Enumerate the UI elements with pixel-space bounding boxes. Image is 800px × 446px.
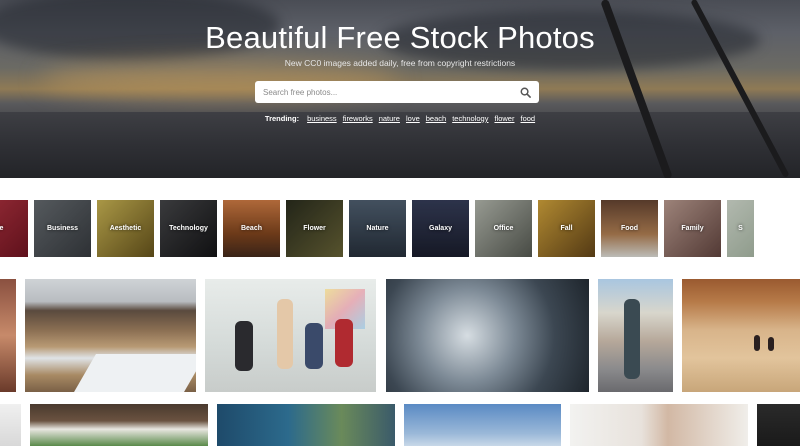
search-bar: [255, 81, 539, 103]
page: Beautiful Free Stock Photos New CC0 imag…: [0, 0, 800, 446]
category-tile-galaxy[interactable]: Galaxy: [412, 200, 469, 257]
category-tile-partial[interactable]: S: [727, 200, 754, 257]
photo-person: [624, 299, 640, 379]
trending-tag-business[interactable]: business: [307, 114, 337, 123]
photo-person: [277, 299, 293, 369]
photo-tile-winter-reeds[interactable]: [25, 279, 196, 392]
category-tile-love[interactable]: ve: [0, 200, 28, 257]
category-strip: ve Business Aesthetic Technology Beach F…: [0, 200, 800, 257]
trending-tag-food[interactable]: food: [520, 114, 535, 123]
category-label: ve: [0, 225, 4, 232]
category-tile-beach[interactable]: Beach: [223, 200, 280, 257]
photo-person: [235, 321, 253, 371]
category-tile-food[interactable]: Food: [601, 200, 658, 257]
category-label: Office: [493, 225, 514, 232]
category-label: Family: [681, 225, 704, 232]
category-label: Technology: [169, 225, 208, 232]
category-tile-business[interactable]: Business: [34, 200, 91, 257]
category-tile-family[interactable]: Family: [664, 200, 721, 257]
category-label: Beach: [240, 225, 262, 232]
category-label: Galaxy: [429, 225, 452, 232]
category-label: Aesthetic: [109, 225, 142, 232]
category-label: Fall: [560, 225, 573, 232]
photo-tile[interactable]: [757, 404, 800, 446]
category-label: Nature: [366, 225, 389, 232]
trending-tags: Trending: business fireworks nature love…: [0, 114, 800, 123]
category-tile-office[interactable]: Office: [475, 200, 532, 257]
photo-tile[interactable]: [0, 404, 21, 446]
photo-tile-wooden-house[interactable]: [30, 404, 208, 446]
hero-banner: Beautiful Free Stock Photos New CC0 imag…: [0, 0, 800, 178]
category-label: S: [738, 225, 743, 232]
photo-tile-blurred-nature[interactable]: [217, 404, 395, 446]
photo-tile-ocean-waves[interactable]: [386, 279, 589, 392]
search-input[interactable]: [263, 87, 519, 97]
trending-tag-fireworks[interactable]: fireworks: [343, 114, 373, 123]
trending-tag-technology[interactable]: technology: [452, 114, 488, 123]
page-subtitle: New CC0 images added daily, free from co…: [284, 58, 516, 68]
category-label: Food: [620, 225, 639, 232]
category-tile-nature[interactable]: Nature: [349, 200, 406, 257]
photo-tile[interactable]: [0, 279, 16, 392]
trending-tag-beach[interactable]: beach: [426, 114, 446, 123]
photo-person: [768, 337, 774, 351]
category-label: Business: [46, 225, 79, 232]
page-title: Beautiful Free Stock Photos: [205, 20, 595, 55]
photo-snow-path: [74, 354, 196, 392]
search-icon[interactable]: [519, 86, 531, 98]
photo-person: [305, 323, 323, 369]
category-tile-fall[interactable]: Fall: [538, 200, 595, 257]
photo-person: [335, 319, 353, 367]
trending-tag-nature[interactable]: nature: [379, 114, 400, 123]
photo-tile-desert-kids[interactable]: [682, 279, 800, 392]
photo-tile-woman-portrait[interactable]: [570, 404, 748, 446]
photo-person: [754, 335, 760, 351]
photo-tile-sky[interactable]: [404, 404, 561, 446]
category-tile-aesthetic[interactable]: Aesthetic: [97, 200, 154, 257]
category-tile-flower[interactable]: Flower: [286, 200, 343, 257]
trending-label: Trending:: [264, 114, 300, 123]
trending-tag-love[interactable]: love: [406, 114, 420, 123]
category-tile-technology[interactable]: Technology: [160, 200, 217, 257]
trending-tag-flower[interactable]: flower: [494, 114, 514, 123]
photo-tile-street-woman[interactable]: [598, 279, 673, 392]
photo-tile-office-meeting[interactable]: [205, 279, 376, 392]
category-label: Flower: [303, 225, 326, 232]
